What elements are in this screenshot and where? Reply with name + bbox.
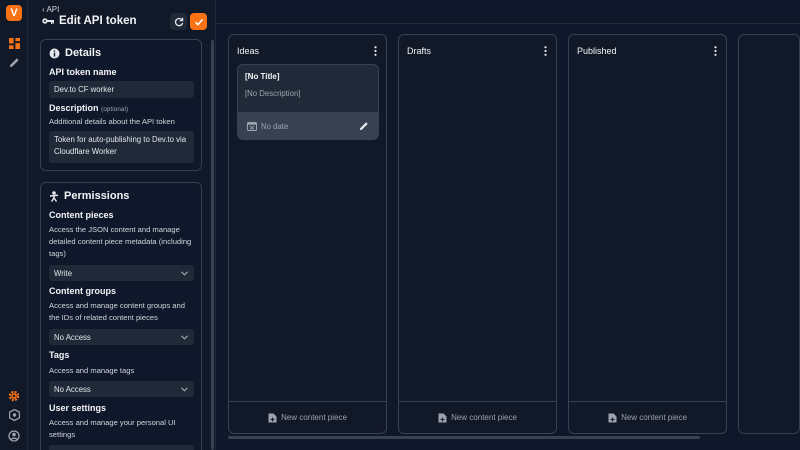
- user-settings-help: Access and manage your personal UI setti…: [49, 418, 176, 439]
- content-pieces-select[interactable]: Write: [49, 265, 194, 281]
- tags-select[interactable]: No Access: [49, 381, 194, 397]
- content-piece-footer: No date: [238, 112, 378, 139]
- details-heading-label: Details: [65, 47, 102, 59]
- permissions-icon: [49, 190, 59, 202]
- column-menu-button[interactable]: [540, 45, 550, 57]
- chevron-left-icon: ‹: [42, 5, 45, 14]
- details-heading: Details: [49, 47, 101, 59]
- more-vertical-icon: [713, 46, 717, 56]
- permissions-heading-label: Permissions: [64, 190, 130, 202]
- column-published: Published New content piece: [568, 34, 727, 434]
- content-groups-value: No Access: [54, 332, 91, 342]
- info-icon: [49, 48, 60, 58]
- new-content-piece-label: New content piece: [451, 413, 517, 422]
- back-link[interactable]: ‹ API: [42, 5, 59, 14]
- user-settings-select[interactable]: [49, 445, 194, 450]
- add-column-placeholder[interactable]: [738, 34, 800, 434]
- refresh-button[interactable]: [170, 13, 187, 30]
- new-content-piece-button[interactable]: New content piece: [569, 401, 726, 433]
- pencil-icon: [359, 122, 368, 131]
- save-button[interactable]: [190, 13, 207, 30]
- column-drafts: Drafts New content piece: [398, 34, 557, 434]
- top-bar: [216, 0, 800, 24]
- content-pieces-help: Access the JSON content and manage detai…: [49, 225, 192, 258]
- description-textarea[interactable]: Token for auto-publishing to Dev.to via …: [49, 131, 194, 163]
- content-piece-date: No date: [247, 121, 288, 131]
- content-piece-description: [No Description]: [245, 89, 301, 98]
- new-content-piece-label: New content piece: [621, 413, 687, 422]
- more-vertical-icon: [543, 46, 547, 56]
- column-menu-button[interactable]: [370, 45, 380, 57]
- vrite-logo[interactable]: V: [6, 5, 22, 21]
- description-label: Description (optional): [49, 103, 128, 113]
- column-title: Drafts: [407, 46, 432, 56]
- page-title: Edit API token: [59, 15, 137, 27]
- content-groups-select[interactable]: No Access: [49, 329, 194, 345]
- column-title: Ideas: [237, 46, 260, 56]
- refresh-icon: [174, 17, 183, 26]
- permissions-card: Permissions Content pieces Access the JS…: [40, 182, 202, 450]
- account-icon[interactable]: [7, 429, 21, 443]
- file-plus-icon: [268, 413, 277, 422]
- chevron-down-icon: [179, 384, 189, 394]
- board-scrollbar[interactable]: [228, 436, 700, 439]
- extensions-icon[interactable]: [7, 408, 21, 422]
- content-groups-help: Access and manage content groups and the…: [49, 301, 185, 322]
- panel-title-row: Edit API token: [42, 15, 137, 27]
- chevron-down-icon: [179, 332, 189, 342]
- new-content-piece-button[interactable]: New content piece: [229, 401, 386, 433]
- calendar-icon: [247, 122, 257, 131]
- file-plus-icon: [608, 413, 617, 422]
- more-vertical-icon: [373, 46, 377, 56]
- chevron-down-icon: [179, 268, 189, 278]
- content-pieces-value: Write: [54, 268, 73, 278]
- content-pieces-label: Content pieces: [49, 210, 114, 220]
- column-menu-button[interactable]: [710, 45, 720, 57]
- content-piece-date-label: No date: [261, 121, 289, 131]
- tags-label: Tags: [49, 350, 70, 360]
- content-groups-label: Content groups: [49, 286, 116, 296]
- panel-scrollbar[interactable]: [211, 40, 214, 450]
- file-plus-icon: [438, 413, 447, 422]
- user-settings-label: User settings: [49, 403, 107, 413]
- content-piece-card[interactable]: [No Title] [No Description] No date: [237, 64, 379, 140]
- token-name-input[interactable]: Dev.to CF worker: [49, 81, 194, 98]
- check-icon: [194, 18, 203, 26]
- column-ideas: Ideas [No Title] [No Description] No dat…: [228, 34, 387, 434]
- description-label-text: Description: [49, 103, 99, 113]
- tags-value: No Access: [54, 384, 91, 394]
- new-content-piece-button[interactable]: New content piece: [399, 401, 556, 433]
- token-name-label: API token name: [49, 67, 117, 77]
- optional-label: (optional): [101, 106, 129, 113]
- edit-piece-button[interactable]: [357, 119, 371, 133]
- key-icon: [42, 18, 54, 24]
- description-help: Additional details about the API token: [49, 117, 175, 126]
- dashboard-icon[interactable]: [7, 36, 21, 50]
- gear-icon[interactable]: [7, 389, 21, 403]
- app-rail: V: [0, 0, 28, 450]
- back-link-label: API: [46, 5, 60, 14]
- new-content-piece-label: New content piece: [281, 413, 347, 422]
- edit-token-panel: ‹ API Edit API token Details API token n…: [28, 0, 216, 450]
- details-card: Details API token name Dev.to CF worker …: [40, 39, 202, 171]
- column-title: Published: [577, 46, 617, 56]
- pencil-icon[interactable]: [7, 55, 21, 69]
- content-piece-title: [No Title]: [245, 72, 280, 81]
- permissions-heading: Permissions: [49, 190, 129, 202]
- tags-help: Access and manage tags: [49, 366, 135, 375]
